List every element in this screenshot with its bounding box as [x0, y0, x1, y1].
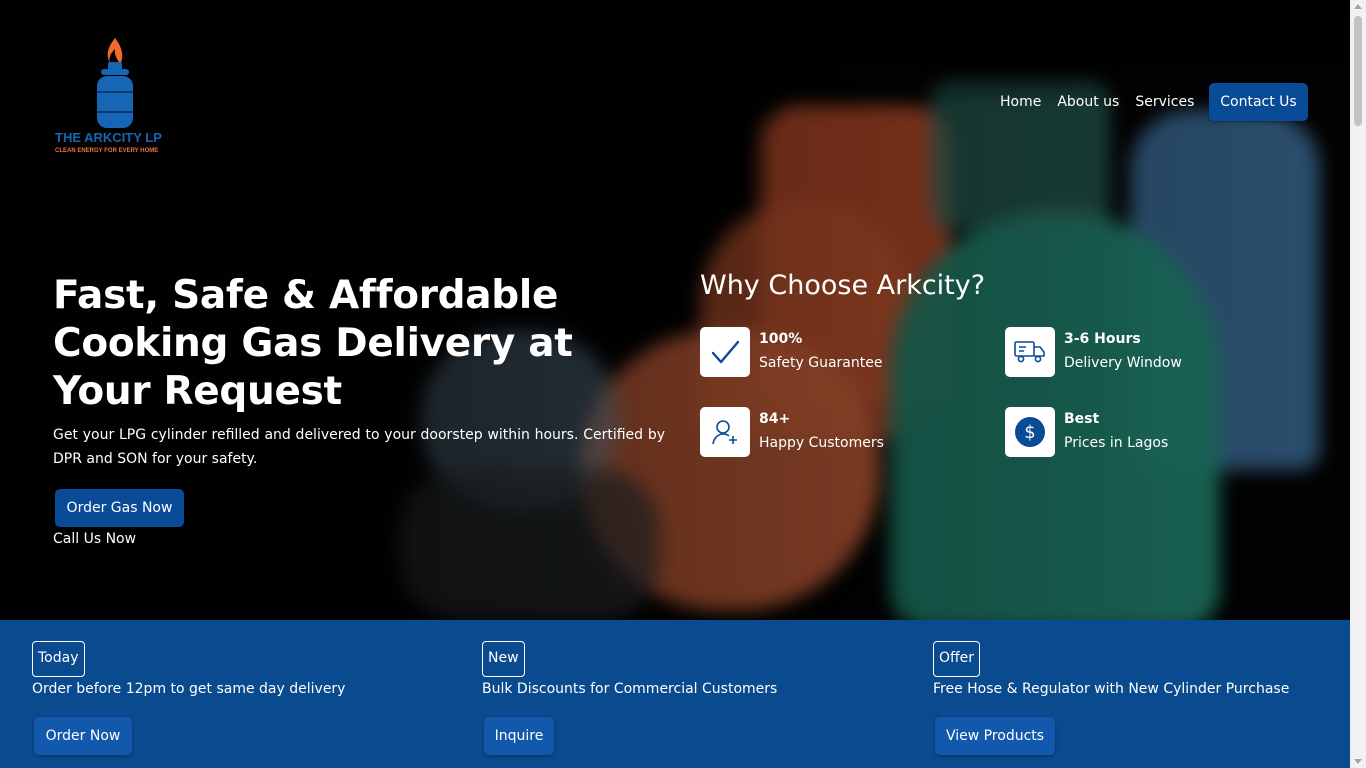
feature-prices: $ Best Prices in Lagos — [1005, 407, 1168, 457]
svg-text:$: $ — [1024, 422, 1035, 443]
checkmark-icon — [700, 327, 750, 377]
promo-offer: Offer Free Hose & Regulator with New Cyl… — [933, 641, 1289, 697]
feature-desc: Delivery Window — [1064, 355, 1182, 371]
nav-about[interactable]: About us — [1057, 94, 1119, 110]
hero-subtext: Get your LPG cylinder refilled and deliv… — [53, 427, 665, 467]
feature-customers: 84+ Happy Customers — [700, 407, 884, 457]
feature-desc: Safety Guarantee — [759, 355, 883, 371]
promo-text: Free Hose & Regulator with New Cylinder … — [933, 681, 1290, 697]
delivery-truck-icon — [1005, 327, 1055, 377]
hero-section: THE ARKCITY LP CLEAN ENERGY FOR EVERY HO… — [0, 0, 1350, 620]
order-now-button[interactable]: Order Now — [34, 717, 132, 755]
promo-new: New Bulk Discounts for Commercial Custom… — [482, 641, 777, 697]
feature-title: 3-6 Hours — [1064, 331, 1141, 347]
scroll-up-arrow-icon[interactable] — [1354, 4, 1362, 9]
scrollbar-thumb[interactable] — [1354, 16, 1362, 126]
scroll-down-arrow-icon[interactable] — [1354, 759, 1362, 764]
gas-cylinder-logo-icon — [97, 38, 133, 128]
nav-services[interactable]: Services — [1135, 94, 1194, 110]
main-nav: Home About us Services — [1000, 83, 1210, 121]
feature-safety: 100% Safety Guarantee — [700, 327, 882, 377]
feature-title: Best — [1064, 411, 1100, 427]
contact-us-button[interactable]: Contact Us — [1209, 83, 1308, 121]
customers-icon — [700, 407, 750, 457]
promo-badge: Offer — [933, 641, 981, 677]
call-us-link[interactable]: Call Us Now — [53, 531, 136, 547]
brand-tagline: CLEAN ENERGY FOR EVERY HOME — [55, 148, 159, 154]
hero-headline: Fast, Safe & Affordable Cooking Gas Deli… — [53, 273, 573, 414]
promo-badge: New — [482, 641, 525, 677]
feature-delivery: 3-6 Hours Delivery Window — [1005, 327, 1182, 377]
why-title: Why Choose Arkcity? — [700, 270, 986, 301]
order-gas-button[interactable]: Order Gas Now — [55, 489, 184, 527]
promo-today: Today Order before 12pm to get same day … — [32, 641, 345, 697]
feature-desc: Happy Customers — [759, 435, 884, 451]
view-products-button[interactable]: View Products — [935, 717, 1055, 755]
promo-text: Order before 12pm to get same day delive… — [32, 681, 346, 697]
dollar-icon: $ — [1005, 407, 1055, 457]
feature-desc: Prices in Lagos — [1064, 435, 1169, 451]
brand-name: THE ARKCITY LP — [55, 130, 162, 145]
feature-title: 100% — [759, 331, 803, 347]
brand-logo[interactable]: THE ARKCITY LP CLEAN ENERGY FOR EVERY HO… — [52, 36, 182, 160]
inquire-button[interactable]: Inquire — [484, 717, 554, 755]
feature-title: 84+ — [759, 411, 791, 427]
promo-band: Today Order before 12pm to get same day … — [0, 620, 1350, 768]
promo-badge: Today — [32, 641, 85, 677]
nav-home[interactable]: Home — [1000, 94, 1041, 110]
page-scrollbar[interactable] — [1350, 0, 1366, 768]
promo-text: Bulk Discounts for Commercial Customers — [482, 681, 778, 697]
